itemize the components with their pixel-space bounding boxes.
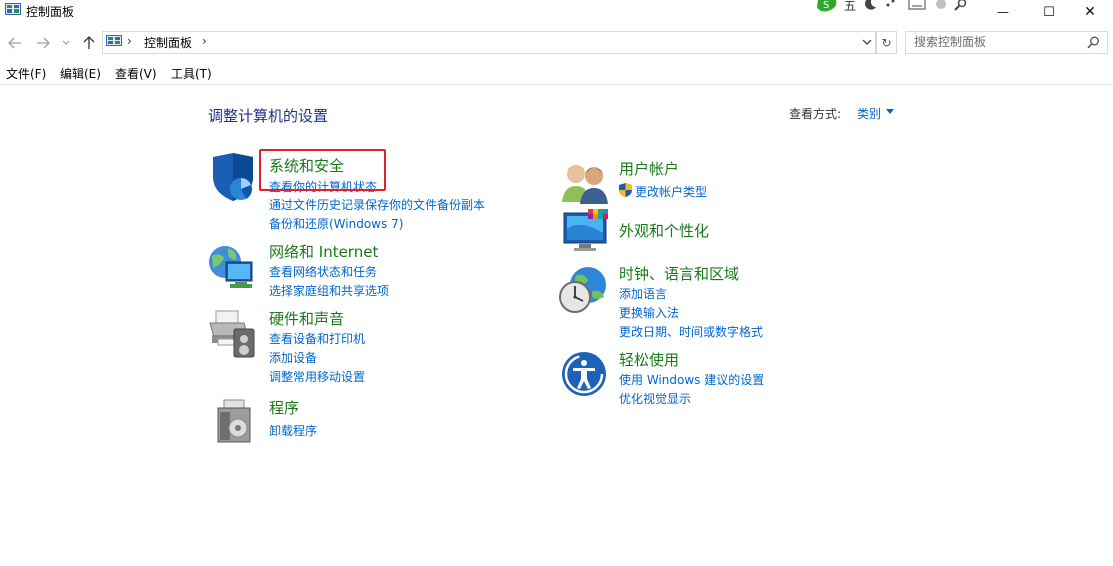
close-icon: ✕ <box>1084 4 1096 20</box>
ime-toolbar[interactable]: S 五 <box>814 0 974 14</box>
shield-icon[interactable] <box>208 153 258 203</box>
category-appearance[interactable]: 外观和个性化 <box>619 220 709 241</box>
skin-icon[interactable] <box>934 0 948 11</box>
forward-arrow-icon <box>37 37 50 49</box>
view-by-dropdown[interactable]: 类别 <box>857 105 881 122</box>
page-title: 调整计算机的设置 <box>208 107 329 125</box>
keyboard-icon[interactable] <box>908 0 926 10</box>
search-input[interactable] <box>914 34 1079 50</box>
link-uninstall-program[interactable]: 卸载程序 <box>269 422 317 439</box>
highlight-box <box>259 149 386 191</box>
menu-view[interactable]: 查看(V) <box>115 65 157 82</box>
ease-of-access-icon[interactable] <box>560 350 610 400</box>
category-user-accounts[interactable]: 用户帐户 <box>619 158 679 179</box>
up-arrow-icon <box>83 36 95 49</box>
clock-globe-icon[interactable] <box>558 265 608 315</box>
punctuation-icon[interactable] <box>884 0 898 11</box>
link-add-device[interactable]: 添加设备 <box>269 349 317 366</box>
link-backup-restore[interactable]: 备份和还原(Windows 7) <box>269 215 403 232</box>
breadcrumb-control-panel[interactable]: 控制面板 <box>144 34 192 51</box>
refresh-button[interactable]: ↻ <box>876 31 897 54</box>
breadcrumb-separator[interactable]: › <box>127 34 132 48</box>
refresh-icon: ↻ <box>881 35 892 50</box>
menu-bar <box>0 62 1113 85</box>
link-devices-printers[interactable]: 查看设备和打印机 <box>269 330 365 347</box>
sogou-logo-icon[interactable]: S <box>814 0 840 14</box>
appearance-icon[interactable] <box>560 209 610 259</box>
link-homegroup[interactable]: 选择家庭组和共享选项 <box>269 282 389 299</box>
back-arrow-icon <box>8 37 21 49</box>
moon-icon[interactable] <box>864 0 878 11</box>
maximize-button[interactable]: ☐ <box>1026 0 1072 24</box>
tools-icon[interactable] <box>954 0 968 11</box>
uac-shield-icon <box>619 183 632 197</box>
chevron-down-icon <box>862 39 871 45</box>
search-icon[interactable] <box>1087 36 1100 49</box>
back-button[interactable] <box>5 33 25 53</box>
category-network-internet[interactable]: 网络和 Internet <box>269 241 378 262</box>
minimize-button[interactable]: — <box>980 0 1026 24</box>
forward-button[interactable] <box>33 33 53 53</box>
link-network-status[interactable]: 查看网络状态和任务 <box>269 263 377 280</box>
close-button[interactable]: ✕ <box>1067 0 1113 24</box>
address-dropdown-button[interactable] <box>858 31 875 52</box>
link-add-language[interactable]: 添加语言 <box>619 285 667 302</box>
programs-icon[interactable] <box>210 396 260 446</box>
minimize-icon: — <box>997 5 1009 19</box>
search-box[interactable] <box>905 31 1108 54</box>
chevron-down-icon <box>62 40 70 45</box>
maximize-icon: ☐ <box>1043 4 1055 20</box>
link-optimize-display[interactable]: 优化视觉显示 <box>619 390 691 407</box>
link-change-account-type[interactable]: 更改帐户类型 <box>635 183 707 200</box>
svg-text:S: S <box>823 0 829 11</box>
address-bar[interactable]: › 控制面板 › <box>102 31 876 54</box>
ime-mode-label[interactable]: 五 <box>844 0 856 14</box>
category-programs[interactable]: 程序 <box>269 397 299 418</box>
menu-file[interactable]: 文件(F) <box>6 65 46 82</box>
link-recommended-settings[interactable]: 使用 Windows 建议的设置 <box>619 371 764 388</box>
control-panel-icon <box>5 3 21 15</box>
printer-icon[interactable] <box>208 309 258 359</box>
control-panel-small-icon <box>106 35 122 46</box>
up-button[interactable] <box>79 33 99 53</box>
recent-locations-button[interactable] <box>60 33 72 53</box>
link-change-input-method[interactable]: 更换输入法 <box>619 304 679 321</box>
category-ease-of-access[interactable]: 轻松使用 <box>619 349 679 370</box>
user-accounts-icon[interactable] <box>560 158 610 208</box>
menu-edit[interactable]: 编辑(E) <box>60 65 101 82</box>
category-clock-language-region[interactable]: 时钟、语言和区域 <box>619 263 739 284</box>
caret-down-icon[interactable] <box>886 109 894 114</box>
category-hardware-sound[interactable]: 硬件和声音 <box>269 308 344 329</box>
breadcrumb-separator[interactable]: › <box>202 34 207 48</box>
window-title: 控制面板 <box>26 5 75 19</box>
link-mobility-settings[interactable]: 调整常用移动设置 <box>269 368 365 385</box>
link-date-time-format[interactable]: 更改日期、时间或数字格式 <box>619 323 763 340</box>
view-by-label: 查看方式: <box>789 107 842 121</box>
menu-tools[interactable]: 工具(T) <box>171 65 212 82</box>
network-globe-icon[interactable] <box>208 242 258 292</box>
link-file-history[interactable]: 通过文件历史记录保存你的文件备份副本 <box>269 196 485 213</box>
